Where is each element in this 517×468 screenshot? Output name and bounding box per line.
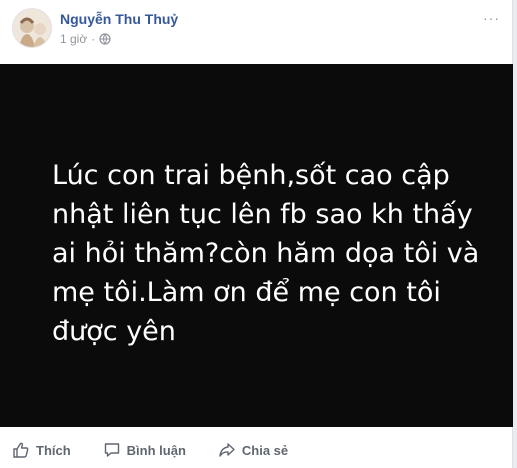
share-button[interactable]: Chia sẻ — [218, 441, 288, 459]
post-meta: 1 giờ · — [60, 32, 111, 46]
author-name[interactable]: Nguyễn Thu Thuỷ — [60, 11, 178, 27]
post-timestamp[interactable]: 1 giờ — [60, 32, 87, 46]
comment-button[interactable]: Bình luận — [103, 441, 186, 459]
avatar-photo-icon — [13, 9, 51, 47]
post-actions-bar: Thích Bình luận Chia sẻ — [0, 436, 513, 464]
thumbs-up-icon — [13, 442, 29, 458]
post-body-text: Lúc con trai bệnh,sốt cao cập nhật liên … — [52, 160, 480, 347]
avatar[interactable] — [12, 8, 52, 48]
like-button[interactable]: Thích — [12, 441, 71, 459]
comment-bubble-icon — [104, 443, 119, 457]
meta-separator: · — [91, 32, 96, 46]
post-header: Nguyễn Thu Thuỷ 1 giờ · ··· — [12, 8, 500, 52]
more-options-icon[interactable]: ··· — [483, 10, 500, 26]
comment-label: Bình luận — [126, 442, 186, 458]
share-arrow-icon — [219, 443, 235, 457]
like-label: Thích — [36, 442, 71, 458]
globe-icon[interactable] — [99, 33, 111, 45]
post-card: Nguyễn Thu Thuỷ 1 giờ · ··· Lúc con trai… — [0, 0, 513, 468]
share-label: Chia sẻ — [241, 442, 289, 458]
text-post-background: Lúc con trai bệnh,sốt cao cập nhật liên … — [0, 64, 513, 427]
